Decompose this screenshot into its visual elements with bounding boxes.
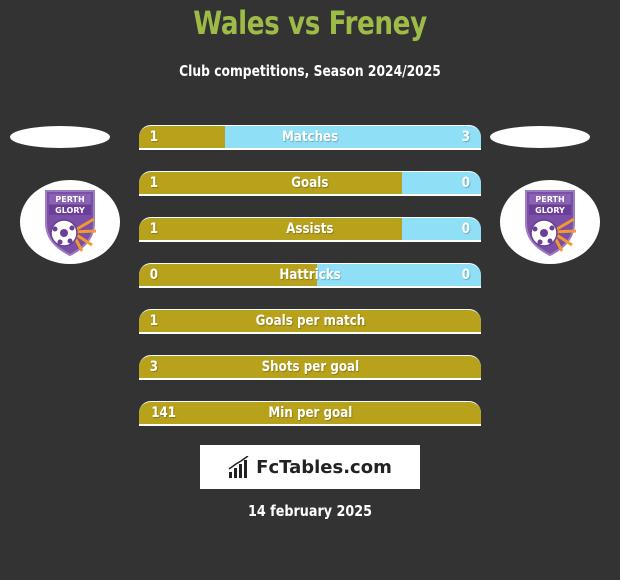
svg-text:PERTH: PERTH: [535, 195, 564, 204]
right-team-logo[interactable]: PERTH GLORY: [500, 180, 600, 264]
stat-label: Hattricks: [279, 267, 341, 283]
svg-text:GLORY: GLORY: [55, 206, 85, 215]
page-title: Wales vs Freney: [193, 4, 427, 42]
left-team-logo[interactable]: PERTH GLORY: [20, 180, 120, 264]
competition-subtitle: Club competitions, Season 2024/2025: [179, 62, 441, 80]
right-team-name-placeholder: [490, 126, 590, 148]
match-date: 14 february 2025: [247, 502, 372, 520]
right-value: 0: [461, 267, 471, 283]
brand-name: FcTables.com: [256, 456, 392, 478]
stat-row-shots-per-goal: 3 Shots per goal: [139, 355, 481, 380]
right-value: 3: [461, 129, 471, 145]
stat-label: Min per goal: [268, 405, 352, 421]
stat-label: Shots per goal: [261, 359, 359, 375]
stat-row-assists: 1 Assists 0: [139, 217, 481, 242]
stat-label: Matches: [281, 129, 339, 145]
stat-row-min-per-goal: 141 Min per goal: [139, 401, 481, 426]
stat-label: Goals per match: [255, 313, 365, 329]
bar-chart-icon: [228, 456, 250, 478]
right-value: 0: [461, 221, 471, 237]
stat-label: Goals: [291, 175, 329, 191]
stat-label: Assists: [286, 221, 334, 237]
svg-text:GLORY: GLORY: [535, 206, 565, 215]
perth-glory-crest-icon: PERTH GLORY: [45, 190, 97, 257]
svg-text:PERTH: PERTH: [55, 195, 84, 204]
stat-row-matches: 1 Matches 3: [139, 125, 481, 150]
stat-row-goals: 1 Goals 0: [139, 171, 481, 196]
stats-comparison: 1 Matches 3 1 Goals 0 1 Assists 0 0 Hatt…: [139, 125, 481, 447]
left-team-name-placeholder: [10, 126, 110, 148]
fctables-brand-link[interactable]: FcTables.com: [200, 445, 420, 489]
stat-row-goals-per-match: 1 Goals per match: [139, 309, 481, 334]
perth-glory-crest-icon: PERTH GLORY: [525, 190, 577, 257]
stat-row-hattricks: 0 Hattricks 0: [139, 263, 481, 288]
right-value: 0: [461, 175, 471, 191]
